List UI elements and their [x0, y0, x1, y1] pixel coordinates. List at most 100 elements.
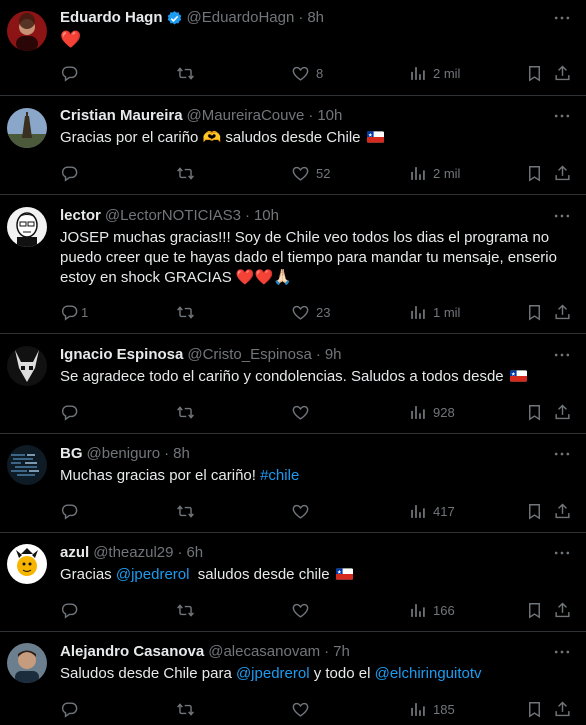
more-icon[interactable]: [552, 444, 572, 464]
avatar[interactable]: [7, 108, 47, 148]
hashtag-link[interactable]: #chile: [260, 467, 299, 484]
like-button[interactable]: [291, 403, 316, 422]
views-button[interactable]: 417: [408, 502, 455, 521]
avatar[interactable]: [7, 544, 47, 584]
bookmark-button[interactable]: [525, 601, 544, 620]
more-icon[interactable]: [552, 8, 572, 28]
tweet[interactable]: lector @LectorNOTICIAS3 · 10h JOSEP much…: [0, 195, 586, 334]
share-button[interactable]: [553, 303, 572, 322]
views-button[interactable]: 1 mil: [408, 303, 460, 322]
like-button[interactable]: 8: [291, 64, 323, 83]
more-icon[interactable]: [552, 345, 572, 365]
more-icon[interactable]: [552, 543, 572, 563]
share-icon: [553, 700, 572, 719]
more-icon[interactable]: [552, 106, 572, 126]
reply-button[interactable]: [60, 403, 85, 422]
timestamp[interactable]: 10h: [317, 106, 342, 126]
bookmark-button[interactable]: [525, 164, 544, 183]
share-button[interactable]: [553, 700, 572, 719]
avatar[interactable]: [7, 11, 47, 51]
author-handle[interactable]: @theazul29: [93, 543, 173, 563]
share-button[interactable]: [553, 164, 572, 183]
tweet[interactable]: Alejandro Casanova @alecasanovam · 7h Sa…: [0, 632, 586, 725]
author-name[interactable]: Cristian Maureira: [60, 106, 183, 126]
retweet-button[interactable]: [176, 700, 201, 719]
retweet-button[interactable]: [176, 164, 201, 183]
views-button[interactable]: 166: [408, 601, 455, 620]
tweet[interactable]: Eduardo Hagn @EduardoHagn · 8h ❤️ 8 2 mi…: [0, 0, 586, 96]
author-name[interactable]: Ignacio Espinosa: [60, 345, 183, 365]
mention-link[interactable]: @elchiringuitotv: [375, 665, 482, 682]
like-button[interactable]: 52: [291, 164, 330, 183]
tweet[interactable]: azul @theazul29 · 6h Gracias @jpedrerol …: [0, 533, 586, 632]
bookmark-button[interactable]: [525, 502, 544, 521]
retweet-button[interactable]: [176, 303, 201, 322]
chile-flag-icon: [510, 370, 527, 382]
tweet-text-content: Gracias: [60, 566, 116, 583]
heart-icon: [291, 164, 310, 183]
tweet-text: JOSEP muchas gracias!!! Soy de Chile veo…: [60, 229, 557, 286]
tweet[interactable]: BG @beniguro · 8h Muchas gracias por el …: [0, 434, 586, 533]
share-button[interactable]: [553, 64, 572, 83]
views-button[interactable]: 2 mil: [408, 64, 460, 83]
like-button[interactable]: [291, 502, 316, 521]
mention-link[interactable]: @jpedrerol: [236, 665, 310, 682]
share-button[interactable]: [553, 601, 572, 620]
avatar[interactable]: [7, 445, 47, 485]
author-handle[interactable]: @EduardoHagn: [187, 8, 295, 28]
reply-button[interactable]: [60, 64, 85, 83]
views-button[interactable]: 185: [408, 700, 455, 719]
author-handle[interactable]: @beniguro: [87, 444, 161, 464]
reply-button[interactable]: 1: [60, 303, 88, 322]
views-icon: [408, 64, 427, 83]
bookmark-button[interactable]: [525, 303, 544, 322]
retweet-icon: [176, 502, 195, 521]
retweet-button[interactable]: [176, 601, 201, 620]
bookmark-button[interactable]: [525, 403, 544, 422]
tweet-text: Gracias @jpedrerol saludos desde chile: [60, 565, 570, 585]
tweet-text-content: ❤️: [60, 30, 82, 49]
author-name[interactable]: Eduardo Hagn: [60, 8, 163, 28]
share-button[interactable]: [553, 403, 572, 422]
reply-button[interactable]: [60, 700, 85, 719]
timestamp[interactable]: 8h: [307, 8, 324, 28]
share-button[interactable]: [553, 502, 572, 521]
reply-button[interactable]: [60, 502, 85, 521]
bookmark-button[interactable]: [525, 700, 544, 719]
reply-button[interactable]: [60, 601, 85, 620]
mention-link[interactable]: @jpedrerol: [116, 566, 190, 583]
more-icon[interactable]: [552, 206, 572, 226]
share-icon: [553, 303, 572, 322]
heart-icon: [291, 502, 310, 521]
timestamp[interactable]: 6h: [186, 543, 203, 563]
retweet-button[interactable]: [176, 403, 201, 422]
views-button[interactable]: 2 mil: [408, 164, 460, 183]
retweet-button[interactable]: [176, 502, 201, 521]
reply-button[interactable]: [60, 164, 85, 183]
timestamp[interactable]: 8h: [173, 444, 190, 464]
author-name[interactable]: azul: [60, 543, 89, 563]
timestamp[interactable]: 10h: [254, 206, 279, 226]
like-button[interactable]: [291, 700, 316, 719]
author-name[interactable]: lector: [60, 206, 101, 226]
author-name[interactable]: BG: [60, 444, 83, 464]
author-handle[interactable]: @Cristo_Espinosa: [187, 345, 311, 365]
avatar[interactable]: [7, 346, 47, 386]
avatar[interactable]: [7, 207, 47, 247]
tweet[interactable]: Cristian Maureira @MaureiraCouve · 10h G…: [0, 96, 586, 195]
like-button[interactable]: 23: [291, 303, 330, 322]
views-button[interactable]: 928: [408, 403, 455, 422]
timestamp[interactable]: 7h: [333, 642, 350, 662]
bookmark-button[interactable]: [525, 64, 544, 83]
author-handle[interactable]: @alecasanovam: [208, 642, 320, 662]
retweet-button[interactable]: [176, 64, 201, 83]
like-button[interactable]: [291, 601, 316, 620]
tweet-text-content: Gracias por el cariño 🫶 saludos desde Ch…: [60, 129, 361, 146]
avatar[interactable]: [7, 643, 47, 683]
author-handle[interactable]: @MaureiraCouve: [187, 106, 305, 126]
author-handle[interactable]: @LectorNOTICIAS3: [105, 206, 241, 226]
more-icon[interactable]: [552, 642, 572, 662]
author-name[interactable]: Alejandro Casanova: [60, 642, 204, 662]
timestamp[interactable]: 9h: [325, 345, 342, 365]
tweet[interactable]: Ignacio Espinosa @Cristo_Espinosa · 9h S…: [0, 334, 586, 434]
